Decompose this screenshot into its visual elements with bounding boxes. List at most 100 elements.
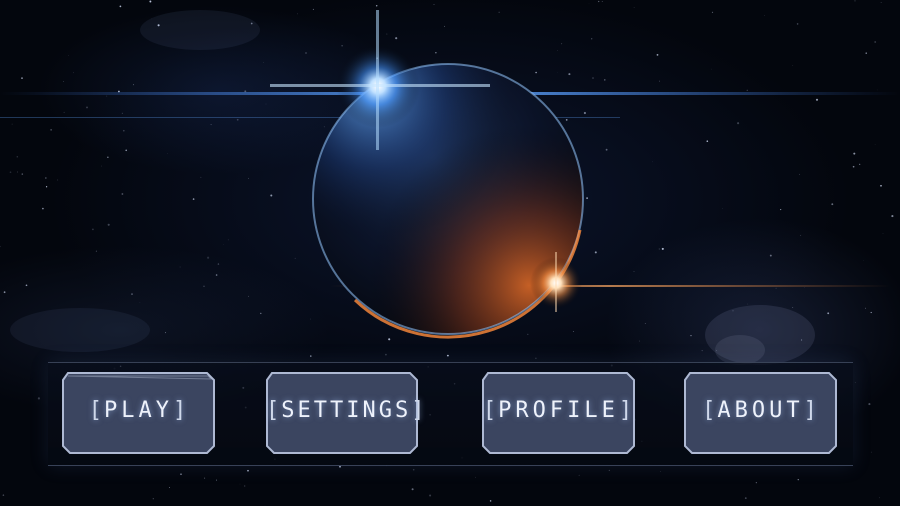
star: [412, 468, 415, 471]
about-button-label: [ABOUT]: [702, 398, 819, 423]
star: [854, 0, 856, 2]
star: [2, 494, 5, 496]
profile-button[interactable]: [PROFILE]: [482, 372, 635, 454]
star: [385, 353, 387, 356]
star: [578, 474, 580, 476]
star: [874, 41, 877, 43]
star: [312, 8, 314, 10]
play-button[interactable]: [PLAY]: [62, 372, 215, 454]
star: [878, 497, 880, 499]
star: [131, 293, 133, 295]
star: [101, 165, 102, 167]
star: [435, 52, 437, 54]
star: [339, 465, 341, 468]
star: [375, 5, 378, 7]
star: [608, 469, 610, 471]
star: [133, 84, 135, 86]
star: [247, 469, 249, 472]
star: [868, 403, 871, 406]
star: [244, 90, 247, 93]
star: [395, 37, 398, 40]
star: [294, 257, 296, 259]
star: [121, 193, 124, 195]
star: [305, 52, 307, 54]
star: [565, 119, 568, 121]
settings-button[interactable]: [SETTINGS]: [266, 372, 424, 454]
star: [263, 62, 265, 63]
star: [769, 254, 772, 257]
star: [106, 95, 108, 97]
star: [203, 285, 205, 287]
star: [122, 129, 125, 132]
about-button[interactable]: [ABOUT]: [684, 372, 837, 454]
star: [37, 397, 40, 400]
star: [388, 338, 391, 341]
star: [270, 194, 273, 197]
star: [50, 129, 52, 131]
main-menu-screen: [PLAY] [SETTINGS] [PROFILE] [ABOUT]: [0, 0, 900, 506]
star: [598, 0, 600, 3]
star: [755, 482, 757, 484]
star: [876, 89, 878, 91]
star: [475, 476, 476, 478]
star: [222, 244, 224, 245]
star: [207, 256, 210, 259]
star: [21, 77, 23, 79]
star: [11, 123, 13, 125]
star: [411, 488, 414, 491]
star: [605, 148, 608, 151]
star: [42, 207, 44, 210]
star: [217, 263, 220, 265]
star: [179, 266, 181, 268]
star: [880, 184, 882, 187]
star: [16, 156, 19, 158]
star: [711, 68, 712, 70]
star: [815, 98, 819, 101]
star: [572, 331, 574, 332]
star: [429, 494, 432, 497]
star: [498, 11, 500, 13]
star: [446, 354, 449, 357]
star: [659, 80, 660, 82]
star: [746, 89, 748, 91]
star: [706, 140, 709, 142]
star: [792, 65, 794, 66]
star: [775, 287, 777, 289]
star: [200, 176, 202, 178]
star: [73, 72, 74, 74]
star: [831, 203, 834, 206]
star: [711, 11, 714, 14]
star: [444, 25, 446, 27]
star: [799, 173, 800, 175]
star: [874, 144, 876, 145]
star: [591, 38, 593, 40]
star: [227, 239, 229, 241]
star: [260, 312, 262, 315]
star: [215, 274, 218, 276]
star: [853, 152, 856, 155]
star: [880, 2, 882, 3]
star: [192, 198, 195, 200]
star: [744, 497, 747, 499]
star: [592, 77, 594, 79]
star: [656, 54, 659, 56]
star: [870, 451, 872, 453]
star: [341, 45, 343, 47]
star: [535, 357, 537, 360]
star: [561, 43, 563, 45]
star: [297, 13, 298, 15]
star: [86, 106, 88, 109]
star: [169, 487, 170, 488]
star: [63, 81, 64, 82]
star: [95, 250, 97, 252]
star: [152, 498, 154, 500]
star: [236, 118, 239, 121]
star: [107, 223, 110, 226]
star: [557, 50, 558, 51]
star: [0, 245, 1, 248]
star: [854, 382, 856, 383]
star: [891, 215, 894, 218]
star: [121, 112, 124, 114]
star: [583, 111, 586, 115]
star: [45, 186, 48, 188]
